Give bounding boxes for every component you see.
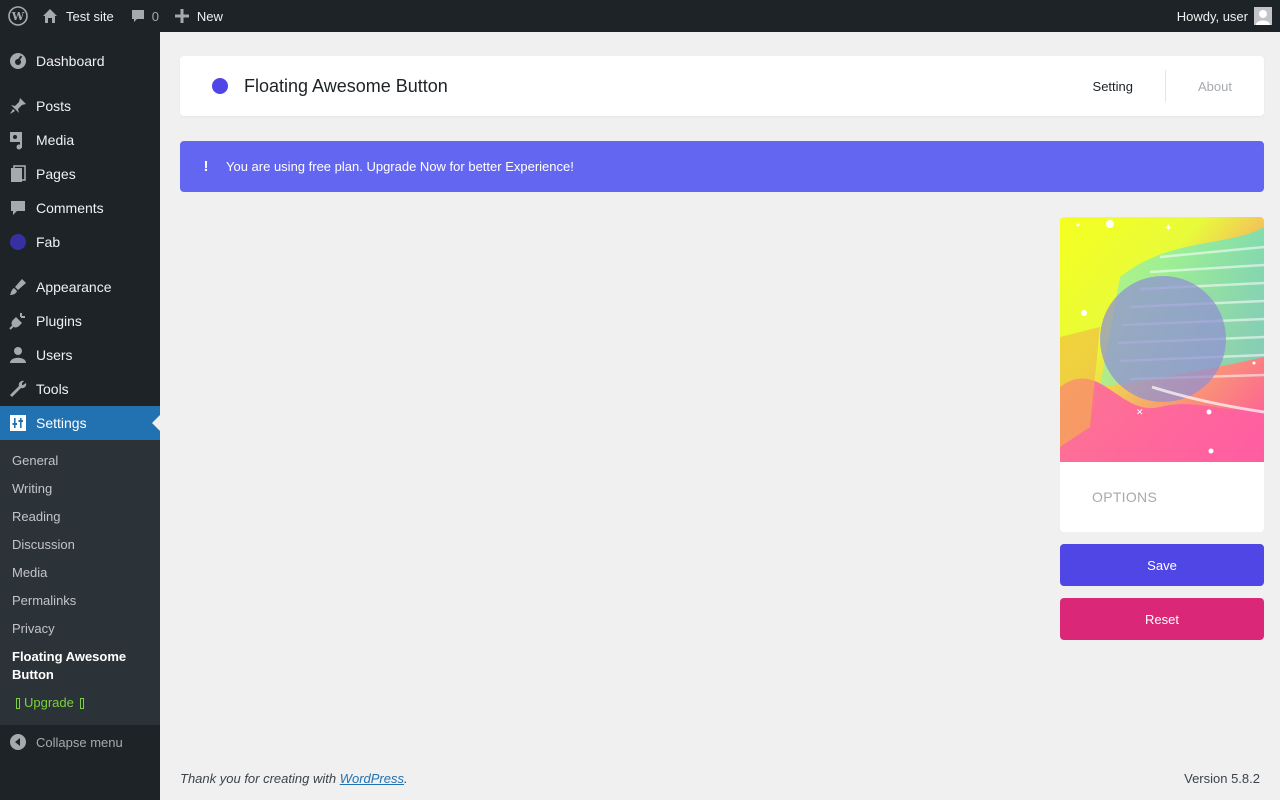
tab-setting[interactable]: Setting [1061,70,1167,102]
submenu-item-media[interactable]: Media [0,559,160,587]
sidebar-item-users[interactable]: Users [0,338,160,372]
submenu-item-writing[interactable]: Writing [0,475,160,503]
plugin-tabs: Setting About [1061,56,1264,116]
site-name: Test site [66,8,114,24]
sidebar-item-tools[interactable]: Tools [0,372,160,406]
sidebar-item-label: Media [36,132,75,148]
submenu-item-privacy[interactable]: Privacy [0,615,160,643]
user-icon [0,345,36,365]
new-label: New [196,8,223,24]
footer-thanks-prefix: Thank you for creating with [180,771,340,786]
settings-submenu: General Writing Reading Discussion Media… [0,440,160,725]
submenu-item-reading[interactable]: Reading [0,503,160,531]
comments-count: 0 [151,8,159,24]
comments-link[interactable]: 0 [122,0,167,32]
sidebar-item-label: Plugins [36,313,82,329]
options-label: OPTIONS [1092,489,1158,505]
main-content: Floating Awesome Button Setting About ! … [180,32,1264,640]
sliders-icon [0,413,36,433]
sidebar-item-posts[interactable]: Posts [0,89,160,123]
media-icon [0,130,36,150]
site-name-link[interactable]: Test site [34,0,122,32]
upgrade-left-icon [16,697,20,709]
upgrade-notice: ! You are using free plan. Upgrade Now f… [180,141,1264,192]
footer-thanks-suffix: . [404,771,408,786]
sidebar-item-comments[interactable]: Comments [0,191,160,225]
pin-icon [0,96,36,116]
sidebar-item-label: Fab [36,234,61,250]
my-account-link[interactable]: Howdy, user [1169,0,1280,32]
svg-text:W: W [11,10,25,23]
upgrade-right-icon [79,697,84,709]
plugin-header: Floating Awesome Button Setting About [180,56,1264,116]
collapse-label: Collapse menu [36,734,123,750]
sidebar-item-label: Users [36,347,73,363]
sidebar-item-label: Comments [36,200,104,216]
sidebar-item-dashboard[interactable]: Dashboard [0,44,160,78]
sidebar-item-label: Dashboard [36,53,105,69]
tab-about[interactable]: About [1166,70,1264,102]
sidebar-item-label: Settings [36,415,87,431]
comment-bubble-icon [130,8,146,24]
sidebar-item-media[interactable]: Media [0,123,160,157]
exclamation-icon: ! [203,158,209,175]
submenu-item-floating-awesome-button[interactable]: Floating Awesome Button [0,643,160,689]
home-icon [42,8,58,24]
pages-icon [0,164,36,184]
sidebar-item-label: Posts [36,98,72,114]
collapse-menu-button[interactable]: Collapse menu [0,725,160,759]
options-card: ✦ ✕ OPTIONS [1060,217,1264,532]
sidebar-item-label: Appearance [36,279,112,295]
dashboard-icon [0,51,36,71]
sidebar-item-label: Pages [36,166,76,182]
submenu-item-upgrade[interactable]: Upgrade [0,689,160,717]
comment-icon [0,198,36,218]
wordpress-logo-icon[interactable]: W [2,0,34,32]
footer-version: Version 5.8.2 [1184,771,1260,786]
submenu-item-permalinks[interactable]: Permalinks [0,587,160,615]
fab-logo-dot-icon [212,78,228,94]
admin-sidebar: Dashboard Posts Media Pages Comments Fab [0,32,160,800]
sidebar-item-settings[interactable]: Settings [0,406,160,440]
svg-text:✕: ✕ [1136,408,1144,418]
options-panel: ✦ ✕ OPTIONS Save Reset [1060,217,1264,640]
fab-dot-icon [0,233,36,251]
save-button[interactable]: Save [1060,544,1264,586]
submenu-item-general[interactable]: General [0,447,160,475]
sidebar-item-appearance[interactable]: Appearance [0,270,160,304]
reset-button[interactable]: Reset [1060,598,1264,640]
plus-icon [174,9,189,23]
sidebar-item-fab[interactable]: Fab [0,225,160,259]
admin-bar: W Test site 0 New Howdy, user [0,0,1280,32]
sidebar-item-plugins[interactable]: Plugins [0,304,160,338]
page-title: Floating Awesome Button [244,75,448,96]
footer-thanks: Thank you for creating with WordPress. [180,771,408,786]
submenu-item-discussion[interactable]: Discussion [0,531,160,559]
notice-text: You are using free plan. Upgrade Now for… [226,159,574,174]
brush-icon [0,277,36,297]
new-content-link[interactable]: New [167,0,231,32]
wrench-icon [0,379,36,399]
upgrade-label: Upgrade [24,695,74,710]
svg-text:✦: ✦ [1164,223,1172,234]
avatar [1254,7,1272,25]
howdy-text: Howdy, user [1176,8,1248,24]
plug-icon [0,311,36,331]
sidebar-item-pages[interactable]: Pages [0,157,160,191]
admin-footer: Thank you for creating with WordPress. V… [180,771,1260,786]
sidebar-item-label: Tools [36,381,69,397]
collapse-arrow-icon [0,733,36,751]
decorative-artwork: ✦ ✕ [1060,217,1264,462]
wordpress-link[interactable]: WordPress [340,771,404,786]
